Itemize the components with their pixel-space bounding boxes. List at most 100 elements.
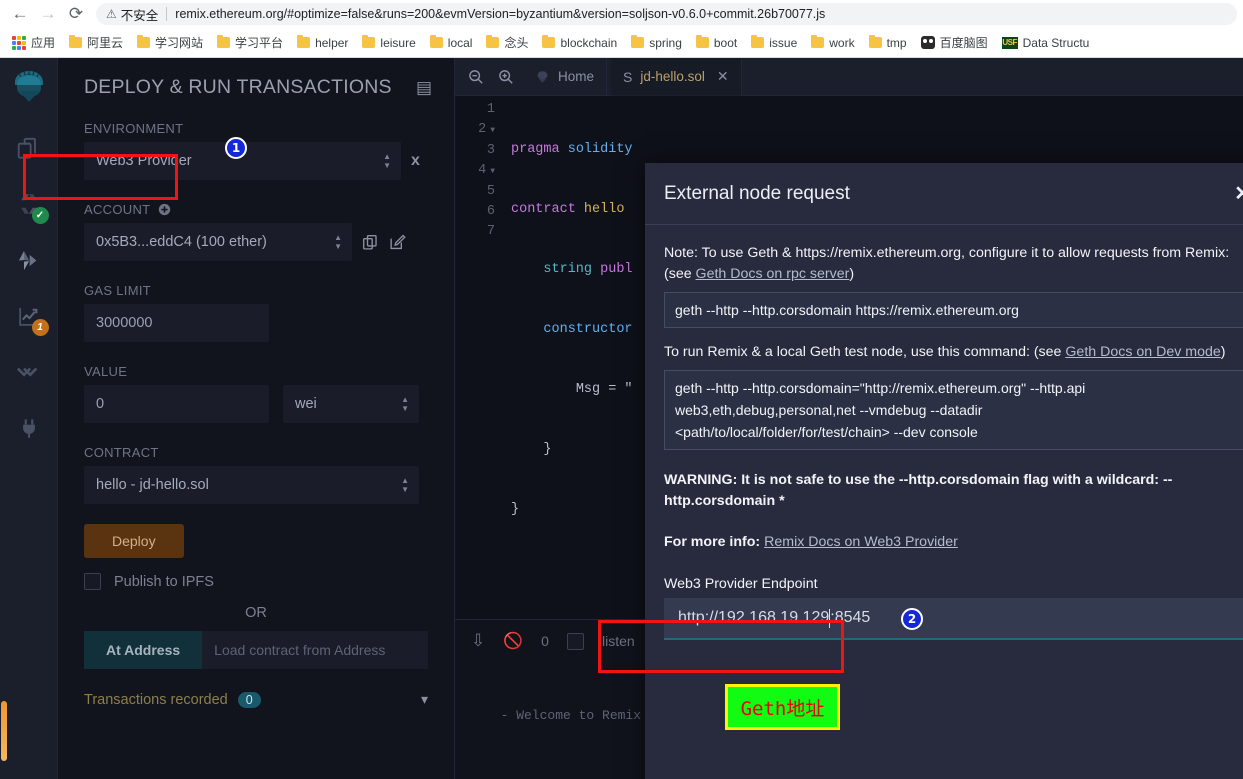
at-address-button[interactable]: At Address: [84, 631, 203, 669]
folder-icon: [751, 35, 765, 48]
sidebar-item-analysis[interactable]: 1: [7, 294, 51, 338]
remix-web3-docs-link[interactable]: Remix Docs on Web3 Provider: [764, 534, 958, 550]
tab-label: Home: [558, 69, 595, 84]
compiler-status-badge: ✓: [31, 207, 49, 224]
omnibox-divider: [166, 7, 168, 21]
annotation-label-geth-address: Geth地址: [725, 684, 840, 730]
close-icon[interactable]: ✕: [1234, 181, 1243, 206]
bookmark-work[interactable]: work: [804, 31, 861, 55]
deploy-button[interactable]: Deploy: [84, 524, 184, 558]
publish-ipfs-checkbox[interactable]: [84, 573, 101, 590]
dev-mode-paragraph: To run Remix & a local Geth test node, u…: [664, 342, 1243, 363]
bookmark-helper[interactable]: helper: [290, 31, 355, 55]
sidebar-item-plugin-manager[interactable]: [7, 406, 51, 450]
close-tab-icon[interactable]: ✕: [717, 68, 729, 85]
collapse-terminal-icon[interactable]: ⇩: [471, 631, 485, 651]
line-number-gutter: 1 2 ▼ 3 4 ▼ 5 6 7: [455, 100, 505, 560]
sidebar-item-file-explorer[interactable]: [7, 126, 51, 170]
tab-jd-hello-sol[interactable]: S jd-hello.sol ✕: [611, 57, 742, 96]
add-account-icon[interactable]: [158, 203, 171, 216]
bookmark-tmp[interactable]: tmp: [862, 31, 914, 55]
chevron-updown-icon: ▲ ▼: [383, 152, 391, 170]
chevron-down-icon[interactable]: ▾: [421, 691, 428, 708]
folder-icon: [868, 35, 882, 48]
rail-scrollbar[interactable]: [1, 701, 7, 761]
value-unit-select[interactable]: wei ▲ ▼: [283, 385, 419, 423]
contract-select[interactable]: hello - jd-hello.sol ▲ ▼: [84, 466, 419, 504]
clear-console-icon[interactable]: 🚫: [503, 631, 523, 651]
listen-label: listen: [601, 633, 635, 649]
fold-arrow-icon[interactable]: ▼: [490, 167, 495, 176]
environment-label: ENVIRONMENT: [84, 121, 184, 136]
gas-limit-input[interactable]: 3000000: [84, 304, 269, 342]
contract-label: CONTRACT: [84, 445, 159, 460]
back-button[interactable]: ←: [6, 0, 34, 28]
panel-docs-icon[interactable]: ▤: [416, 78, 432, 98]
sidebar-item-deploy-run[interactable]: [7, 238, 51, 282]
zoom-in-icon[interactable]: [493, 64, 519, 90]
bookmark-label: work: [829, 35, 855, 50]
bookmark-baidu-naotu[interactable]: 百度脑图: [914, 31, 995, 55]
bookmark-boot[interactable]: boot: [689, 31, 744, 55]
reload-button[interactable]: ⟳: [62, 0, 90, 28]
bookmark-issue[interactable]: issue: [744, 31, 804, 55]
usf-icon: USF: [1001, 36, 1018, 49]
sidebar-item-testing[interactable]: [7, 350, 51, 394]
icon-rail: ✓ 1: [0, 58, 58, 779]
bookmark-study-platform[interactable]: 学习平台: [210, 31, 290, 55]
listen-checkbox[interactable]: [566, 632, 584, 650]
account-value: 0x5B3...eddC4 (100 ether): [96, 234, 267, 250]
bookmark-aliyun[interactable]: 阿里云: [62, 31, 130, 55]
bookmark-apps[interactable]: 应用: [5, 31, 62, 55]
folder-icon: [362, 35, 376, 48]
bookmark-niantou[interactable]: 念头: [479, 31, 535, 55]
sidebar-item-solidity-compiler[interactable]: ✓: [7, 182, 51, 226]
at-address-input[interactable]: Load contract from Address: [202, 631, 428, 669]
forward-button[interactable]: →: [34, 0, 62, 28]
bookmark-label: 百度脑图: [939, 36, 988, 50]
bookmark-study-sites[interactable]: 学习网站: [130, 31, 210, 55]
insecure-label: 不安全: [120, 8, 159, 23]
folder-icon: [137, 35, 151, 48]
geth-rpc-docs-link[interactable]: Geth Docs on rpc server: [696, 266, 850, 282]
terminal-count: 0: [541, 633, 549, 649]
transactions-recorded-row[interactable]: Transactions recorded 0 ▾: [84, 691, 428, 708]
value-row: 0 wei ▲ ▼: [84, 385, 428, 423]
web3-endpoint-input[interactable]: http://192.168.19.129:8545: [664, 598, 1243, 640]
files-icon: [17, 137, 36, 159]
sign-message-icon[interactable]: [389, 234, 406, 251]
zoom-out-icon[interactable]: [463, 64, 489, 90]
url-text: remix.ethereum.org/#optimize=false&runs=…: [175, 7, 826, 21]
bookmark-label: 应用: [31, 36, 56, 50]
folder-icon: [695, 35, 709, 48]
geth-command-2[interactable]: geth --http --http.corsdomain="http://re…: [664, 370, 1243, 450]
ethereum-icon: [18, 250, 37, 270]
line-number: 7: [486, 224, 495, 239]
bookmark-spring[interactable]: spring: [624, 31, 689, 55]
bookmark-leisure[interactable]: leisure: [355, 31, 422, 55]
bookmark-blockchain[interactable]: blockchain: [535, 31, 624, 55]
bookmark-local[interactable]: local: [423, 31, 480, 55]
bookmark-label: issue: [769, 35, 798, 50]
address-bar[interactable]: ⚠ 不安全 remix.ethereum.org/#optimize=false…: [96, 3, 1237, 25]
bookmark-data-structures[interactable]: USF Data Structu: [995, 31, 1097, 55]
tab-home[interactable]: Home: [523, 57, 608, 96]
folder-icon: [631, 35, 645, 48]
value-input[interactable]: 0: [84, 385, 269, 423]
line-number: 1: [486, 102, 495, 117]
gas-limit-value: 3000000: [96, 315, 153, 331]
line-number: 4 ▼: [478, 163, 495, 178]
code-line: }: [543, 442, 552, 457]
copy-account-icon[interactable]: [362, 234, 379, 251]
bookmark-label: tmp: [886, 35, 907, 50]
command-line: <path/to/local/folder/for/test/chain> --…: [675, 424, 978, 440]
geth-command-1[interactable]: geth --http --http.corsdomain https://re…: [664, 292, 1243, 328]
geth-dev-docs-link[interactable]: Geth Docs on Dev mode: [1065, 344, 1220, 360]
info-icon[interactable]: x: [411, 152, 420, 170]
remix-logo-icon[interactable]: [5, 64, 53, 112]
annotation-badge-2: 2: [901, 608, 923, 630]
fold-arrow-icon[interactable]: ▼: [490, 126, 495, 135]
account-select[interactable]: 0x5B3...eddC4 (100 ether) ▲ ▼: [84, 223, 352, 261]
bookmark-label: 阿里云: [87, 36, 124, 50]
code-line: constructor: [543, 322, 633, 337]
